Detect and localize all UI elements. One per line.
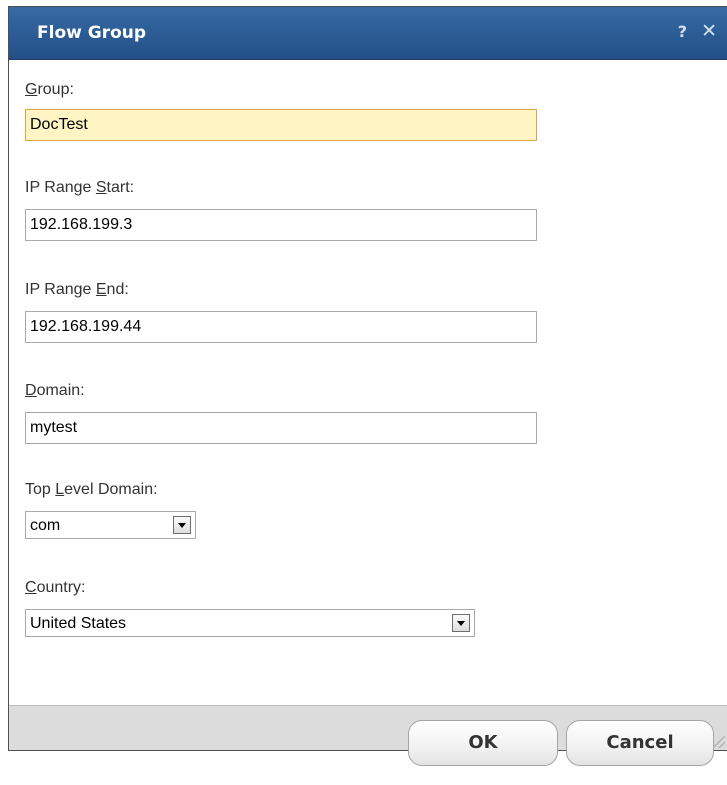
close-icon[interactable]: ✕	[701, 20, 717, 42]
ip-range-start-input[interactable]: 192.168.199.3	[25, 209, 537, 241]
ip-range-end-label: IP Range End:	[25, 281, 129, 298]
tld-label: Top Level Domain:	[25, 481, 158, 498]
help-icon[interactable]: ?	[678, 22, 687, 41]
chevron-down-icon[interactable]	[452, 614, 470, 632]
chevron-down-icon[interactable]	[173, 516, 191, 534]
country-select[interactable]: United States	[25, 609, 475, 637]
domain-input[interactable]: mytest	[25, 412, 537, 444]
dialog-titlebar[interactable]: Flow Group ? ✕	[9, 7, 727, 60]
tld-select-value: com	[30, 517, 61, 534]
ip-range-end-input[interactable]: 192.168.199.44	[25, 311, 537, 343]
country-select-value: United States	[30, 615, 127, 632]
dialog-title: Flow Group	[37, 23, 147, 43]
flow-group-dialog: Flow Group ? ✕ Group: DocTest IP Range S…	[8, 6, 727, 766]
domain-label: Domain:	[25, 382, 85, 399]
country-label: Country:	[25, 579, 86, 596]
resize-grip[interactable]	[713, 736, 725, 748]
ok-button[interactable]: OK	[408, 720, 558, 766]
tld-select[interactable]: com	[25, 511, 196, 539]
dialog-footer: OK Cancel	[9, 705, 727, 766]
ip-range-start-label: IP Range Start:	[25, 179, 135, 196]
group-label: Group:	[25, 81, 74, 98]
group-input[interactable]: DocTest	[25, 109, 537, 141]
cancel-button[interactable]: Cancel	[566, 720, 714, 766]
